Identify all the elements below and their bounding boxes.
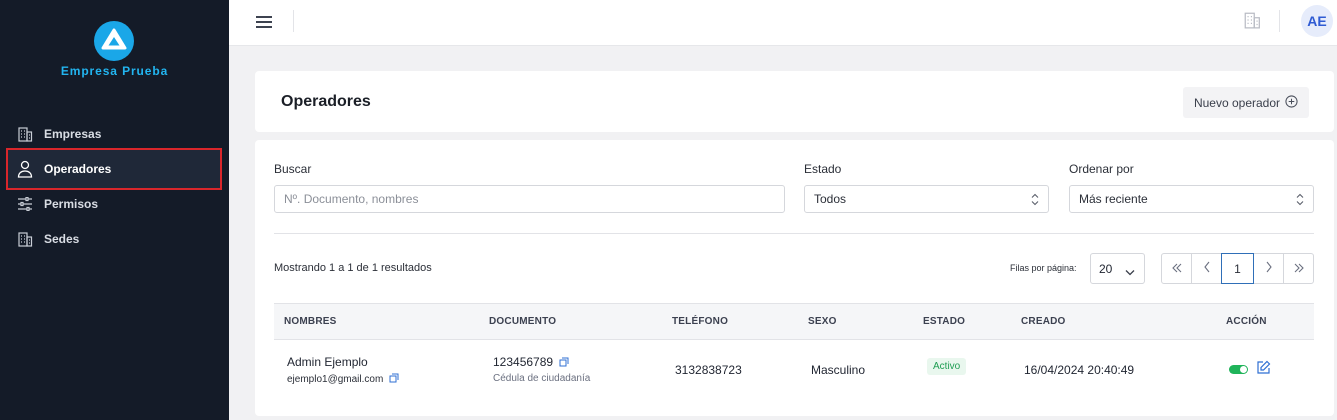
search-field[interactable] bbox=[274, 185, 785, 213]
column-header: TELÉFONO bbox=[672, 316, 729, 327]
sidebar-item-sedes[interactable]: Sedes bbox=[6, 218, 222, 260]
double-chevron-right-icon bbox=[1293, 262, 1305, 276]
document-type: Cédula de ciudadanía bbox=[493, 373, 591, 384]
building-icon bbox=[15, 229, 35, 249]
sex: Masculino bbox=[811, 363, 866, 377]
column-header: DOCUMENTO bbox=[489, 316, 557, 327]
status-select[interactable]: Todos bbox=[804, 185, 1049, 213]
top-bar: AE bbox=[229, 0, 1337, 46]
status-label: Estado bbox=[804, 162, 842, 176]
sidebar-item-label: Permisos bbox=[44, 197, 99, 211]
chevron-right-icon bbox=[1265, 261, 1273, 276]
operator-email: ejemplo1@gmail.com bbox=[287, 374, 384, 386]
building-icon bbox=[15, 124, 35, 144]
brand-name: Empresa Prueba bbox=[60, 64, 169, 78]
column-header: CREADO bbox=[1021, 316, 1066, 327]
avatar[interactable]: AE bbox=[1301, 5, 1333, 37]
search-input[interactable] bbox=[284, 192, 784, 206]
operator-email-wrap: ejemplo1@gmail.com bbox=[287, 373, 399, 386]
chevron-updown-icon bbox=[1031, 193, 1039, 209]
created-date: 16/04/2024 20:40:49 bbox=[1024, 363, 1135, 377]
first-page-button[interactable] bbox=[1161, 253, 1192, 284]
sidebar: Empresa Prueba Empresas Operadores Permi… bbox=[0, 0, 229, 420]
operators-card: Buscar Estado Todos Ordenar por Más reci… bbox=[255, 140, 1334, 416]
pagination: 1 bbox=[1161, 253, 1314, 284]
building-icon[interactable] bbox=[1243, 11, 1261, 34]
operator-name: Admin Ejemplo bbox=[287, 355, 368, 369]
page-title: Operadores bbox=[281, 93, 371, 110]
sort-select-value: Más reciente bbox=[1079, 192, 1148, 206]
copy-icon[interactable] bbox=[559, 356, 569, 370]
document-number: 123456789 bbox=[493, 355, 554, 369]
chevron-down-icon bbox=[1125, 265, 1135, 279]
copy-icon[interactable] bbox=[389, 373, 399, 386]
sort-select[interactable]: Más reciente bbox=[1069, 185, 1314, 213]
edit-icon[interactable] bbox=[1256, 360, 1271, 380]
table-header: NOMBRES DOCUMENTO TELÉFONO SEXO ESTADO C… bbox=[274, 303, 1314, 340]
sort-label: Ordenar por bbox=[1069, 162, 1134, 176]
divider bbox=[274, 233, 1314, 234]
divider bbox=[1279, 10, 1280, 32]
rows-per-page-value: 20 bbox=[1099, 261, 1113, 276]
status-select-value: Todos bbox=[814, 192, 847, 206]
rows-per-page-select[interactable]: 20 bbox=[1090, 253, 1145, 284]
last-page-button[interactable] bbox=[1283, 253, 1314, 284]
chevron-left-icon bbox=[1203, 261, 1211, 276]
title-card: Operadores Nuevo operador bbox=[255, 71, 1334, 132]
new-operator-label: Nuevo operador bbox=[1193, 95, 1281, 110]
sliders-icon bbox=[15, 194, 35, 214]
status-badge: Activo bbox=[927, 358, 967, 375]
prev-page-button[interactable] bbox=[1191, 253, 1222, 284]
sidebar-item-label: Sedes bbox=[44, 232, 80, 246]
rows-per-page-label: Filas por página: bbox=[1010, 263, 1077, 273]
column-header: ESTADO bbox=[923, 316, 966, 327]
status-toggle[interactable] bbox=[1229, 365, 1248, 374]
user-icon bbox=[15, 159, 35, 179]
new-operator-button[interactable]: Nuevo operador bbox=[1183, 87, 1309, 118]
divider bbox=[293, 10, 294, 32]
results-summary: Mostrando 1 a 1 de 1 resultados bbox=[274, 262, 432, 274]
table-row: Admin Ejemplo ejemplo1@gmail.com 1234567… bbox=[274, 341, 1314, 396]
search-label: Buscar bbox=[274, 162, 312, 176]
current-page-button[interactable]: 1 bbox=[1221, 253, 1254, 284]
double-chevron-left-icon bbox=[1171, 262, 1183, 276]
phone: 3132838723 bbox=[675, 363, 742, 377]
column-header: NOMBRES bbox=[284, 316, 337, 327]
plus-circle-icon bbox=[1285, 94, 1298, 111]
chevron-updown-icon bbox=[1296, 193, 1304, 209]
sidebar-item-label: Operadores bbox=[44, 162, 112, 176]
sidebar-item-label: Empresas bbox=[44, 127, 102, 141]
menu-toggle-icon[interactable] bbox=[256, 13, 274, 31]
column-header: SEXO bbox=[808, 316, 837, 327]
company-logo bbox=[94, 21, 134, 61]
next-page-button[interactable] bbox=[1253, 253, 1284, 284]
column-header: ACCIÓN bbox=[1226, 316, 1267, 327]
document-number-wrap: 123456789 bbox=[493, 355, 569, 370]
